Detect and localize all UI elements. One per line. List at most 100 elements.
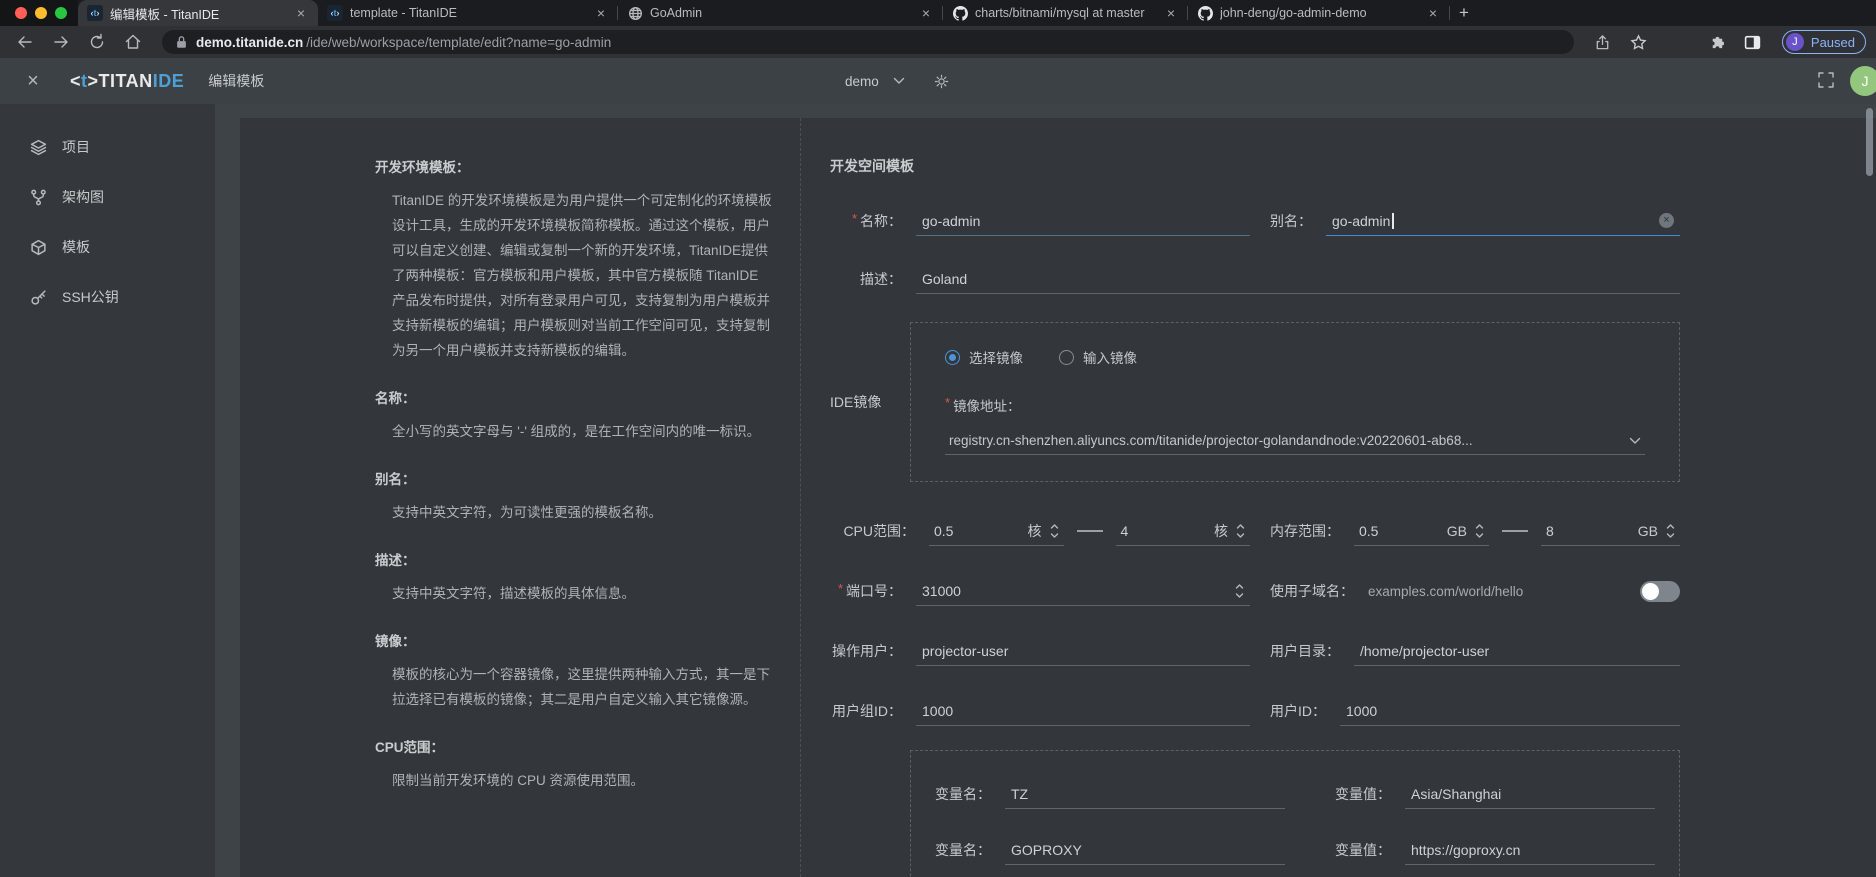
var-name-label: 变量名： [935, 784, 991, 804]
url-host: demo.titanide.cn [196, 35, 303, 50]
close-window-button[interactable] [15, 7, 27, 19]
memory-max-input[interactable]: 8GB [1541, 516, 1680, 546]
tab-template[interactable]: ‹t› template - TitanIDE × [318, 0, 618, 26]
titanide-favicon: ‹t› [87, 5, 103, 21]
page-title: 编辑模板 [208, 71, 264, 91]
close-icon[interactable]: × [1425, 5, 1441, 21]
home-icon[interactable] [118, 29, 148, 55]
sidebar-item-ssh-keys[interactable]: SSH公钥 [0, 272, 215, 322]
name-label: 名称： [830, 211, 902, 231]
close-editor-icon[interactable]: × [22, 70, 44, 92]
var-value-input[interactable]: https://goproxy.cn [1405, 835, 1655, 865]
cpu-max-input[interactable]: 4核 [1116, 516, 1251, 546]
cpu-min-input[interactable]: 0.5核 [929, 516, 1064, 546]
github-icon [952, 5, 968, 21]
address-bar[interactable]: demo.titanide.cn/ide/web/workspace/templ… [162, 30, 1574, 54]
radio-on-icon [945, 350, 960, 365]
stepper-icon [1236, 522, 1245, 540]
user-id-label: 用户ID： [1270, 701, 1326, 721]
close-icon[interactable]: × [1163, 5, 1179, 21]
sidebar-item-projects[interactable]: 项目 [0, 122, 215, 172]
cpu-range-label: CPU范围： [830, 521, 915, 541]
toggle-knob [1642, 583, 1659, 600]
sidebar-item-label: 架构图 [62, 187, 104, 207]
user-id-input[interactable]: 1000 [1340, 696, 1680, 726]
user-dir-input[interactable]: /home/projector-user [1354, 636, 1680, 666]
github-icon [1197, 5, 1213, 21]
port-label: 端口号： [830, 581, 902, 601]
sidebar-item-architecture[interactable]: 架构图 [0, 172, 215, 222]
radio-select-image[interactable]: 选择镜像 [945, 347, 1023, 367]
cube-icon [30, 239, 47, 256]
clear-icon[interactable] [1659, 213, 1674, 228]
alias-input[interactable]: go-admin [1326, 206, 1680, 236]
new-tab-button[interactable]: + [1450, 0, 1478, 26]
text-caret [1392, 213, 1394, 229]
radio-input-image[interactable]: 输入镜像 [1059, 347, 1137, 367]
side-panel-icon[interactable] [1738, 29, 1768, 55]
browser-toolbar: demo.titanide.cn/ide/web/workspace/templ… [0, 26, 1876, 58]
tab-goadmin[interactable]: GoAdmin × [618, 0, 943, 26]
name-input[interactable]: go-admin [916, 206, 1250, 236]
subdomain-toggle[interactable] [1640, 581, 1680, 602]
description-label: 描述： [830, 269, 902, 289]
sidebar: 项目 架构图 模板 SSH公钥 [0, 104, 215, 877]
extensions-puzzle-icon[interactable] [1702, 29, 1732, 55]
sidebar-item-label: 模板 [62, 237, 90, 257]
ide-image-box: 选择镜像 输入镜像 镜像地址： registry.cn-shenzhen.ali… [910, 322, 1680, 482]
range-dash [1502, 530, 1528, 532]
back-icon[interactable] [10, 29, 40, 55]
reload-icon[interactable] [82, 29, 112, 55]
tab-title: charts/bitnami/mysql at master [975, 6, 1156, 20]
tab-edit-template[interactable]: ‹t› 编辑模板 - TitanIDE × [78, 0, 318, 26]
help-form-divider [800, 118, 801, 877]
env-variables-box: 变量名： TZ 变量值： Asia/Shanghai 变量名： GOPROXY … [910, 750, 1680, 877]
subdomain-label: 使用子域名： [1270, 581, 1354, 601]
subdomain-example: examples.com/world/hello [1368, 584, 1523, 599]
sidebar-item-templates[interactable]: 模板 [0, 222, 215, 272]
help-heading: 镜像： [375, 630, 773, 650]
var-name-input[interactable]: TZ [1005, 779, 1285, 809]
var-value-label: 变量值： [1335, 840, 1391, 860]
image-address-label: 镜像地址： [945, 395, 1645, 415]
template-form: 开发空间模板 名称： go-admin 别名： go-admin 描述： Gol… [830, 156, 1680, 877]
tab-title: template - TitanIDE [350, 6, 586, 20]
description-input[interactable]: Goland [916, 264, 1680, 294]
branch-icon [30, 189, 47, 206]
maximize-window-button[interactable] [55, 7, 67, 19]
help-body: TitanIDE 的开发环境模板是为用户提供一个可定制化的环境模板设计工具，生成… [392, 188, 773, 363]
range-dash [1077, 530, 1103, 532]
close-icon[interactable]: × [593, 5, 609, 21]
share-icon[interactable] [1588, 29, 1618, 55]
tab-charts-mysql[interactable]: charts/bitnami/mysql at master × [943, 0, 1188, 26]
workspace-selector[interactable]: demo [845, 74, 879, 89]
stepper-icon [1475, 522, 1484, 540]
image-address-select[interactable]: registry.cn-shenzhen.aliyuncs.com/titani… [945, 427, 1645, 455]
help-heading: 名称： [375, 387, 773, 407]
var-value-input[interactable]: Asia/Shanghai [1405, 779, 1655, 809]
page-scrollbar[interactable] [1866, 108, 1873, 176]
op-user-input[interactable]: projector-user [916, 636, 1250, 666]
browser-profile-chip[interactable]: J Paused [1782, 30, 1866, 54]
group-id-input[interactable]: 1000 [916, 696, 1250, 726]
port-input[interactable]: 31000 [916, 576, 1250, 606]
close-icon[interactable]: × [918, 5, 934, 21]
user-avatar[interactable]: J [1850, 66, 1876, 96]
memory-min-input[interactable]: 0.5GB [1354, 516, 1489, 546]
gear-icon[interactable] [933, 73, 950, 90]
chevron-down-icon[interactable] [893, 77, 905, 85]
bookmark-star-icon[interactable] [1624, 29, 1654, 55]
help-heading: 开发环境模板： [375, 156, 773, 176]
tab-title: 编辑模板 - TitanIDE [110, 4, 286, 23]
tab-go-admin-demo[interactable]: john-deng/go-admin-demo × [1188, 0, 1450, 26]
close-icon[interactable]: × [293, 5, 309, 21]
op-user-label: 操作用户： [830, 641, 902, 661]
fullscreen-icon[interactable] [1816, 70, 1836, 90]
forward-icon[interactable] [46, 29, 76, 55]
url-path: /ide/web/workspace/template/edit?name=go… [306, 35, 611, 50]
help-heading: 别名： [375, 468, 773, 488]
lock-icon[interactable] [176, 35, 187, 49]
help-body: 全小写的英文字母与 '-' 组成的，是在工作空间内的唯一标识。 [392, 419, 773, 444]
minimize-window-button[interactable] [35, 7, 47, 19]
var-name-input[interactable]: GOPROXY [1005, 835, 1285, 865]
